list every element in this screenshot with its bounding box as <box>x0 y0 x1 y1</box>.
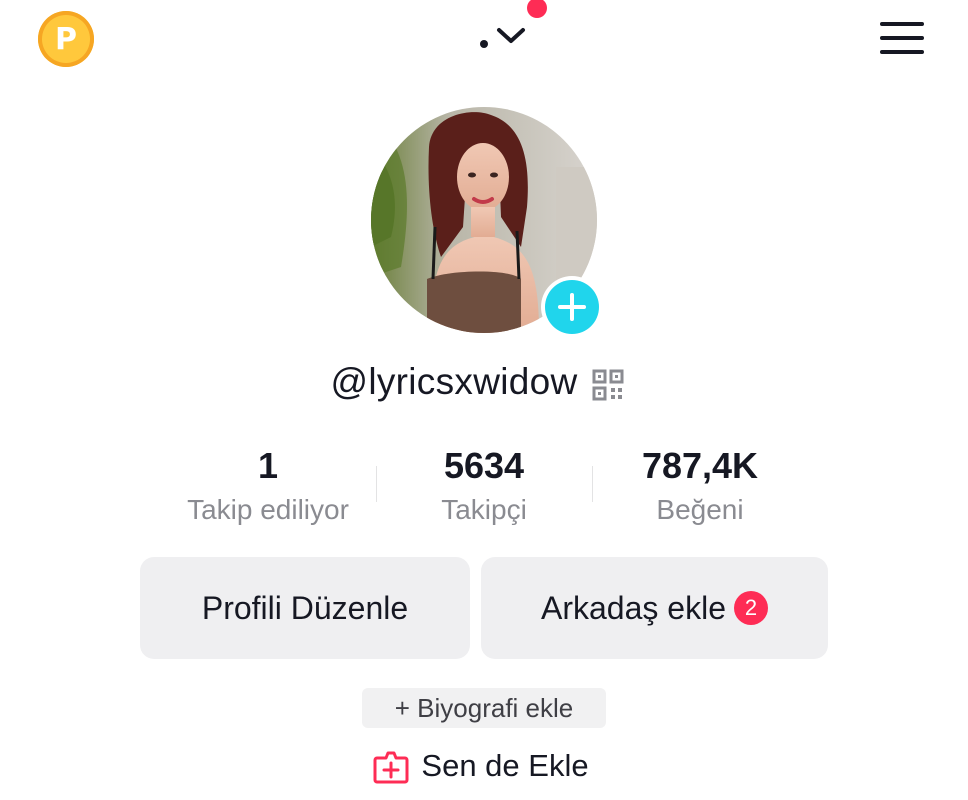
stat-label: Takip ediliyor <box>187 494 349 525</box>
username-row: @lyricsxwidow <box>0 356 968 408</box>
add-friends-label: Arkadaş ekle <box>541 589 726 626</box>
stat-following[interactable]: 1 Takip ediliyor <box>160 442 376 530</box>
stat-likes[interactable]: 787,4K Beğeni <box>592 442 808 530</box>
edit-profile-label: Profili Düzenle <box>201 589 409 626</box>
add-yours-button[interactable]: Sen de Ekle <box>0 744 968 788</box>
menu-line <box>880 36 924 40</box>
notification-dot <box>527 0 547 18</box>
menu-line <box>880 22 924 26</box>
stat-followers[interactable]: 5634 Takipçi <box>376 442 592 530</box>
menu-button[interactable] <box>878 20 926 56</box>
add-yours-label: Sen de Ekle <box>421 748 589 783</box>
plus-icon <box>545 280 599 334</box>
stat-value: 787,4K <box>641 445 759 486</box>
friend-count-badge: 2 <box>733 591 768 625</box>
add-yours-icon <box>373 751 409 784</box>
add-friends-button[interactable]: Arkadaş ekle 2 <box>481 557 828 659</box>
chevron-down-icon <box>497 28 525 43</box>
coin-letter: P <box>55 21 77 57</box>
qr-code-icon[interactable] <box>592 369 624 401</box>
add-avatar-button[interactable] <box>541 276 603 338</box>
profile-stats: 1 Takip ediliyor 5634 Takipçi 787,4K Beğ… <box>160 442 808 532</box>
account-dot <box>480 40 488 48</box>
add-bio-button[interactable]: + Biyografi ekle <box>362 688 606 728</box>
menu-line <box>880 50 924 54</box>
username: @lyricsxwidow <box>330 361 578 402</box>
edit-profile-button[interactable]: Profili Düzenle <box>140 557 470 659</box>
account-switcher[interactable] <box>472 18 536 54</box>
stat-value: 1 <box>257 445 279 486</box>
top-bar: P <box>0 0 968 90</box>
stat-label: Takipçi <box>441 494 527 525</box>
stat-label: Beğeni <box>656 494 744 525</box>
coin-icon[interactable]: P <box>38 11 94 67</box>
stat-value: 5634 <box>443 445 525 486</box>
add-bio-label: + Biyografi ekle <box>394 692 574 723</box>
